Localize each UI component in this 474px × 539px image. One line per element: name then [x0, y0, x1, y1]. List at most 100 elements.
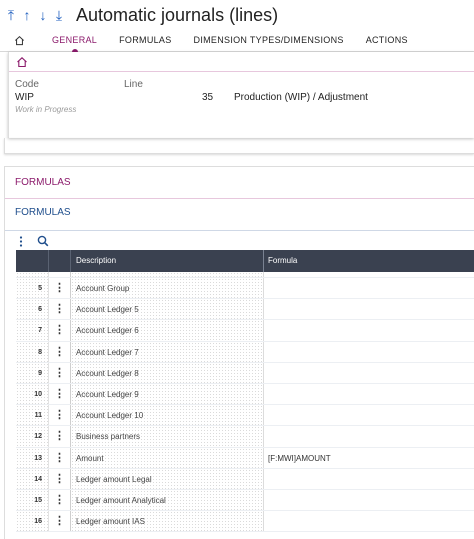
line-description: Production (WIP) / Adjustment	[234, 92, 368, 103]
row-description	[71, 272, 264, 277]
row-description[interactable]: Account Ledger 10	[71, 405, 264, 426]
row-number: 9	[16, 362, 49, 383]
row-formula[interactable]: [F:MWI]AMOUNT	[264, 448, 474, 468]
row-actions-icon[interactable]: ⋮	[49, 341, 71, 362]
table-row[interactable]: 7 ⋮ Account Ledger 6	[16, 320, 474, 342]
arrow-up-icon[interactable]: ↑	[20, 5, 34, 25]
card-header	[9, 52, 474, 72]
formulas-section: FORMULAS FORMULAS Description Formula 5 ⋮…	[4, 166, 474, 539]
home-icon[interactable]	[16, 56, 28, 68]
tab-bar: GENERAL FORMULAS DIMENSION TYPES/DIMENSI…	[0, 30, 474, 55]
row-description[interactable]: Account Ledger 8	[71, 362, 264, 383]
row-description[interactable]: Business partners	[71, 426, 264, 447]
row-actions-icon[interactable]: ⋮	[49, 511, 71, 532]
row-number: 10	[16, 383, 49, 405]
tab-formulas[interactable]: FORMULAS	[119, 30, 171, 52]
code-value[interactable]: WIP	[15, 92, 34, 103]
row-description[interactable]: Account Ledger 5	[71, 299, 264, 320]
table-row[interactable]: 10 ⋮ Account Ledger 9	[16, 383, 474, 406]
row-description[interactable]: Account Ledger 9	[71, 383, 264, 405]
row-actions-icon[interactable]: ⋮	[49, 383, 71, 405]
grid-header: Description Formula	[16, 250, 474, 272]
tab-actions[interactable]: ACTIONS	[366, 30, 408, 52]
row-actions-icon[interactable]: ⋮	[49, 426, 71, 447]
row-number: 14	[16, 468, 49, 489]
collapsed-panel	[4, 138, 474, 154]
row-number	[16, 272, 49, 277]
row-menu	[49, 272, 71, 277]
row-description[interactable]: Account Ledger 6	[71, 320, 264, 341]
table-row[interactable]: 13 ⋮ Amount [F:MWI]AMOUNT	[16, 447, 474, 469]
table-row[interactable]: 9 ⋮ Account Ledger 8	[16, 362, 474, 384]
row-number: 15	[16, 489, 49, 511]
grid-body: 5 ⋮ Account Group 6 ⋮ Account Ledger 5 7 ⋮ Accou…	[16, 278, 474, 533]
arrow-down-icon[interactable]: ↓	[36, 5, 50, 25]
search-icon[interactable]	[37, 235, 49, 247]
tab-actions-label: ACTIONS	[365, 34, 408, 45]
row-actions-icon[interactable]: ⋮	[49, 468, 71, 489]
arrow-first-icon[interactable]: ⤒	[4, 5, 18, 25]
row-number: 12	[16, 426, 49, 447]
table-row[interactable]: 11 ⋮ Account Ledger 10	[16, 405, 474, 427]
table-row[interactable]: 6 ⋮ Account Ledger 5	[16, 299, 474, 321]
table-row[interactable]: 8 ⋮ Account Ledger 7	[16, 341, 474, 363]
more-options-icon[interactable]	[19, 235, 23, 247]
row-number: 5	[16, 278, 49, 299]
row-description[interactable]: Account Ledger 7	[71, 341, 264, 362]
row-actions-icon[interactable]: ⋮	[49, 278, 71, 299]
record-navigation: ⤒ ↑ ↓ ⤓	[4, 5, 66, 25]
page-title: Automatic journals (lines)	[76, 4, 279, 25]
title-bar: ⤒ ↑ ↓ ⤓ Automatic journals (lines)	[0, 0, 474, 30]
row-formula[interactable]	[264, 405, 474, 425]
row-actions-icon[interactable]: ⋮	[49, 299, 71, 320]
row-description[interactable]: Ledger amount IAS	[71, 511, 264, 532]
row-number: 8	[16, 341, 49, 362]
row-formula[interactable]	[264, 384, 474, 404]
tab-general[interactable]: GENERAL	[52, 30, 97, 55]
row-actions-icon[interactable]: ⋮	[49, 489, 71, 511]
row-actions-icon[interactable]: ⋮	[49, 447, 71, 468]
table-row[interactable]: 15 ⋮ Ledger amount Analytical	[16, 489, 474, 512]
row-formula[interactable]	[264, 320, 474, 340]
row-actions-icon[interactable]: ⋮	[49, 320, 71, 341]
row-formula[interactable]	[264, 342, 474, 362]
table-row[interactable]: 16 ⋮ Ledger amount IAS	[16, 511, 474, 533]
home-tab[interactable]	[8, 32, 30, 50]
tab-formulas-label: FORMULAS	[119, 34, 172, 45]
column-header-formula[interactable]: Formula	[264, 250, 474, 272]
section-title: FORMULAS	[5, 167, 474, 199]
row-formula	[264, 272, 474, 277]
row-description[interactable]: Account Group	[71, 278, 264, 299]
table-row[interactable]: 12 ⋮ Business partners	[16, 426, 474, 448]
row-actions-icon[interactable]: ⋮	[49, 362, 71, 383]
tab-dimension-types[interactable]: DIMENSION TYPES/DIMENSIONS	[194, 30, 344, 52]
row-menu-header	[49, 250, 71, 272]
row-number: 11	[16, 405, 49, 426]
row-description[interactable]: Amount	[71, 447, 264, 468]
row-number-header	[16, 250, 49, 272]
row-formula[interactable]	[264, 511, 474, 531]
row-formula[interactable]	[264, 278, 474, 298]
grid-toolbar	[5, 231, 474, 251]
table-row[interactable]: 5 ⋮ Account Group	[16, 278, 474, 300]
row-description[interactable]: Ledger amount Analytical	[71, 489, 264, 511]
row-formula[interactable]	[264, 426, 474, 446]
record-header-card: Code WIP Work in Progress Line 35 Produc…	[8, 52, 474, 138]
row-description[interactable]: Ledger amount Legal	[71, 468, 264, 489]
row-formula[interactable]	[264, 490, 474, 510]
row-number: 13	[16, 447, 49, 468]
row-number: 6	[16, 299, 49, 320]
row-actions-icon[interactable]: ⋮	[49, 405, 71, 426]
arrow-last-icon[interactable]: ⤓	[52, 5, 66, 25]
row-formula[interactable]	[264, 469, 474, 489]
home-icon	[14, 35, 24, 46]
line-value[interactable]: 35	[202, 92, 213, 103]
block-title: FORMULAS	[5, 199, 474, 231]
column-header-description[interactable]: Description	[71, 250, 264, 272]
table-row[interactable]: 14 ⋮ Ledger amount Legal	[16, 468, 474, 490]
line-label: Line	[124, 79, 143, 90]
code-description: Work in Progress	[15, 105, 77, 114]
row-formula[interactable]	[264, 363, 474, 383]
row-formula[interactable]	[264, 299, 474, 319]
row-number: 16	[16, 511, 49, 532]
